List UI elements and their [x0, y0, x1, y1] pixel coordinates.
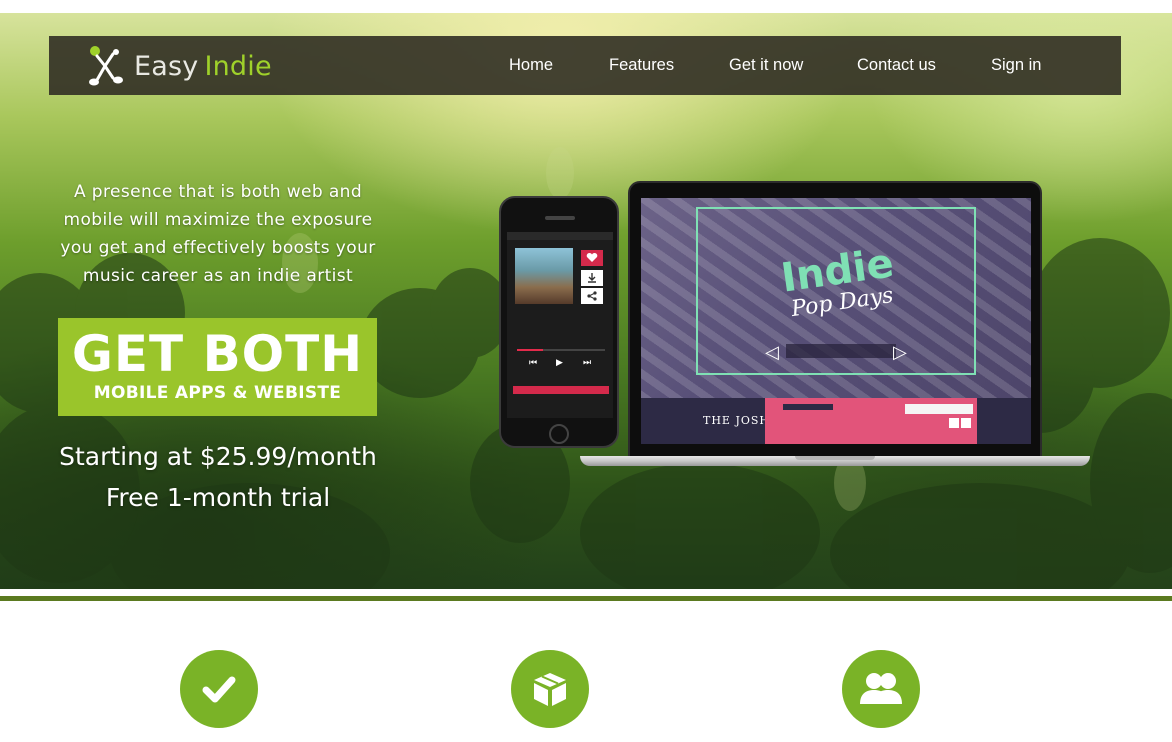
nav-contact-us[interactable]: Contact us	[857, 56, 936, 75]
laptop-site-footer: THE JOSH	[641, 398, 1031, 444]
google-plus-icon	[961, 418, 971, 428]
laptop-screen: Indie Pop Days ◁ ▷ THE JOSH	[641, 198, 1031, 444]
trial-line: Free 1-month trial	[105, 483, 331, 512]
pricing-info: Starting at $25.99/month Free 1-month tr…	[58, 436, 378, 518]
slider-left-arrow-icon: ◁	[765, 342, 779, 363]
laptop-mockup: Indie Pop Days ◁ ▷ THE JOSH	[628, 181, 1042, 458]
download-icon	[581, 270, 603, 286]
section-divider	[0, 596, 1172, 601]
phone-status-bar	[507, 232, 613, 240]
feature-package	[511, 650, 589, 728]
phone-progress-bar	[517, 349, 605, 351]
divider-gap	[0, 589, 1172, 596]
nav-home[interactable]: Home	[509, 56, 553, 75]
package-box-icon	[534, 673, 566, 706]
player-controls: ⏮ ▶ ⏭	[507, 358, 613, 372]
get-both-button[interactable]: GET BOTH MOBILE APPS & WEBISTE	[58, 318, 377, 416]
price-line: Starting at $25.99/month	[59, 442, 377, 471]
next-icon: ⏭	[583, 358, 592, 368]
brand-name-indie: Indie	[204, 50, 272, 82]
nav-sign-in[interactable]: Sign in	[991, 56, 1041, 75]
users-group-icon	[860, 673, 902, 704]
phone-speaker	[545, 216, 575, 220]
laptop-notch	[795, 456, 875, 460]
nav-get-it-now[interactable]: Get it now	[729, 56, 803, 75]
laptop-search-box	[905, 404, 973, 414]
cta-subtitle: MOBILE APPS & WEBISTE	[93, 383, 342, 403]
hero-tagline: A presence that is both web and mobile w…	[60, 182, 376, 286]
heart-icon	[581, 250, 603, 266]
checkmark-icon	[202, 676, 236, 703]
navbar: Easy Indie Home Features Get it now Conta…	[49, 36, 1121, 95]
facebook-icon	[949, 418, 959, 428]
feature-users	[842, 650, 920, 728]
smartphone-mockup: ⏮ ▶ ⏭	[499, 196, 619, 448]
phone-track-bar	[513, 386, 609, 394]
album-cover-image	[515, 248, 573, 304]
laptop-caption-strip	[786, 344, 896, 358]
laptop-artist-name: THE JOSH	[703, 414, 771, 427]
cta-title: GET BOTH	[71, 325, 364, 383]
nav-features[interactable]: Features	[609, 56, 674, 75]
slider-right-arrow-icon: ▷	[893, 342, 907, 363]
phone-screen: ⏮ ▶ ⏭	[507, 232, 613, 418]
play-icon: ▶	[556, 358, 563, 368]
brand-name-easy: Easy	[134, 50, 199, 82]
previous-icon: ⏮	[529, 358, 538, 368]
brand-logo[interactable]: Easy Indie	[83, 44, 272, 88]
feature-checkmark	[180, 650, 258, 728]
phone-home-button	[549, 424, 569, 444]
brand-name: Easy Indie	[134, 51, 272, 82]
laptop-footer-menu	[765, 398, 977, 444]
share-icon	[581, 288, 603, 304]
music-note-figure-icon	[89, 46, 123, 86]
top-margin	[0, 0, 1172, 13]
